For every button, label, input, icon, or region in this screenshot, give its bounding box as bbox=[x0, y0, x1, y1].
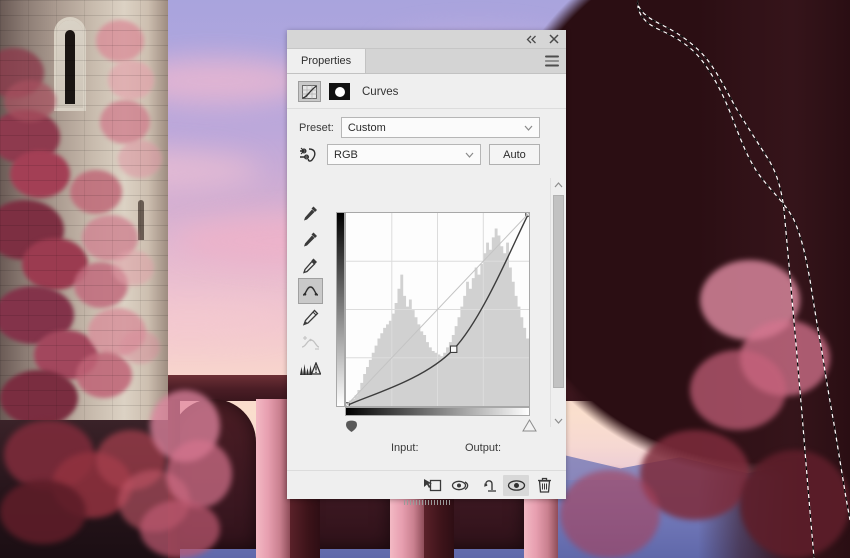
tower-arrow-slit bbox=[138, 200, 144, 240]
layer-mask-thumbnail[interactable] bbox=[329, 83, 350, 100]
toggle-layer-visibility-button[interactable] bbox=[503, 474, 529, 496]
targeted-adjustment-tool-icon[interactable] bbox=[298, 145, 319, 164]
blossom-cluster bbox=[140, 500, 220, 558]
adjustment-header: Curves bbox=[287, 74, 566, 109]
scrollbar-thumb[interactable] bbox=[553, 195, 564, 388]
input-readout: Input: bbox=[391, 442, 419, 454]
blossom-cluster bbox=[560, 470, 660, 558]
channel-row: RGB Auto bbox=[287, 138, 566, 165]
blossom-cluster bbox=[166, 440, 232, 508]
blossom-cluster bbox=[690, 350, 786, 430]
collapse-panel-icon[interactable] bbox=[525, 33, 538, 46]
panel-footer-toolbar bbox=[287, 470, 566, 499]
adjustment-title: Curves bbox=[362, 85, 399, 98]
chevron-down-icon bbox=[524, 125, 533, 131]
panel-titlebar[interactable] bbox=[287, 30, 566, 49]
view-previous-state-button[interactable] bbox=[447, 475, 473, 496]
clipping-warning-toggle[interactable] bbox=[298, 356, 323, 382]
edit-points-curve-tool[interactable] bbox=[298, 278, 323, 304]
panel-menu-icon[interactable] bbox=[545, 55, 559, 67]
tab-properties-label: Properties bbox=[301, 55, 352, 67]
panel-body: Curves Preset: Custom RGB Auto Input: Ou… bbox=[287, 74, 566, 470]
channel-value: RGB bbox=[334, 148, 358, 161]
reset-adjustment-button[interactable] bbox=[475, 475, 501, 496]
input-label: Input: bbox=[391, 442, 419, 454]
curves-adjustment-icon[interactable] bbox=[298, 81, 321, 102]
ivy-foliage bbox=[0, 0, 168, 430]
black-point-slider[interactable] bbox=[343, 418, 360, 433]
preset-row: Preset: Custom bbox=[287, 109, 566, 138]
panel-tab-strip[interactable]: Properties bbox=[287, 49, 566, 74]
close-icon[interactable] bbox=[547, 33, 560, 46]
viaduct-pier bbox=[256, 399, 290, 558]
tone-range-sliders[interactable] bbox=[343, 418, 537, 434]
delete-adjustment-button[interactable] bbox=[531, 475, 557, 496]
panel-resize-grip[interactable] bbox=[403, 500, 450, 505]
properties-panel[interactable]: Properties Curves Preset: Custom RGB Aut… bbox=[287, 30, 566, 505]
input-gradient-ramp bbox=[345, 407, 530, 416]
scroll-up-icon[interactable] bbox=[551, 178, 566, 191]
white-point-slider[interactable] bbox=[522, 419, 537, 432]
blossom-cluster bbox=[0, 480, 86, 544]
black-point-eyedropper[interactable] bbox=[298, 200, 323, 226]
clip-to-layer-button[interactable] bbox=[419, 475, 445, 496]
output-gradient-ramp bbox=[336, 212, 345, 407]
output-readout: Output: bbox=[465, 442, 501, 454]
preset-dropdown[interactable]: Custom bbox=[340, 117, 540, 138]
gray-point-eyedropper[interactable] bbox=[298, 226, 323, 252]
castle-tower bbox=[0, 0, 168, 430]
curves-tool-column bbox=[298, 200, 323, 382]
auto-button[interactable]: Auto bbox=[489, 144, 540, 165]
smooth-curve-values-tool bbox=[298, 330, 323, 356]
curves-graph[interactable] bbox=[345, 212, 530, 407]
output-label: Output: bbox=[465, 442, 502, 454]
channel-dropdown[interactable]: RGB bbox=[327, 144, 481, 165]
tab-properties[interactable]: Properties bbox=[287, 49, 367, 73]
tower-window bbox=[57, 20, 83, 108]
chevron-down-icon bbox=[465, 152, 474, 158]
pencil-draw-curve-tool[interactable] bbox=[298, 304, 323, 330]
preset-value: Custom bbox=[347, 121, 386, 134]
scrollbar-track[interactable] bbox=[553, 191, 564, 414]
panel-vertical-scrollbar[interactable] bbox=[550, 178, 566, 427]
blossom-cluster bbox=[740, 450, 850, 558]
white-point-eyedropper[interactable] bbox=[298, 252, 323, 278]
scroll-down-icon[interactable] bbox=[551, 414, 566, 427]
preset-label: Preset: bbox=[299, 121, 334, 134]
curves-plot[interactable] bbox=[346, 213, 529, 406]
